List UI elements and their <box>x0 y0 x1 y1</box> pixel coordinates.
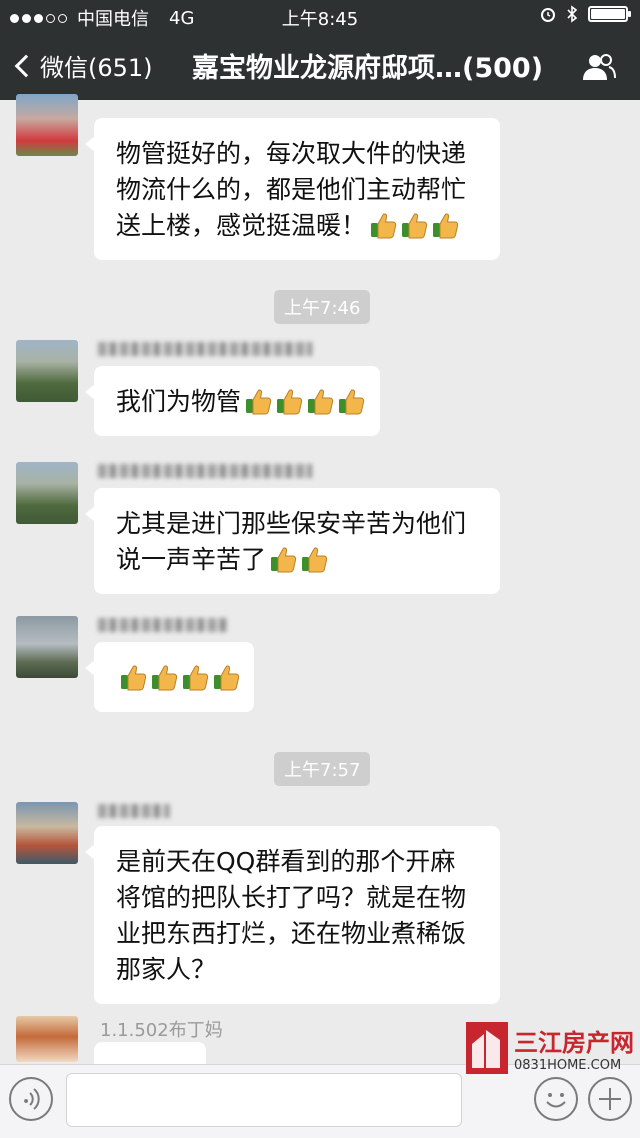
message-line: 业把东西打烂，还在物业煮稀饭 <box>116 919 467 948</box>
alarm-icon <box>541 8 555 22</box>
emoji-icon[interactable] <box>534 1077 578 1121</box>
battery-icon <box>588 6 631 22</box>
back-button[interactable]: 微信(651) <box>14 48 153 83</box>
thumbs-up-icon <box>275 387 303 415</box>
chevron-left-icon <box>14 54 38 78</box>
thumbs-up-icon <box>244 387 272 415</box>
message-bubble[interactable]: 是前天在QQ群看到的那个开麻 将馆的把队长打了吗？就是在物 业把东西打烂，还在物… <box>85 826 500 1004</box>
status-bar: 中国电信 4G 上午8:45 <box>0 0 640 34</box>
message-line: 那家人？ <box>116 955 217 984</box>
sender-name <box>98 804 170 818</box>
sender-name <box>98 342 312 356</box>
group-members-icon[interactable] <box>582 52 616 82</box>
top-bar: 中国电信 4G 上午8:45 微信(651) 嘉宝物业龙源府邸项…(500) <box>0 0 640 100</box>
message-bubble[interactable]: 物管挺好的，每次取大件的快递 物流什么的，都是他们主动帮忙 送上楼，感觉挺温暖！ <box>85 118 500 260</box>
avatar[interactable] <box>16 462 78 524</box>
message-bubble[interactable]: 尤其是进门那些保安辛苦为他们 说一声辛苦了 <box>85 488 500 594</box>
thumbs-up-icon <box>300 545 328 573</box>
watermark: 三江房产网 0831HOME.COM <box>466 1022 634 1074</box>
avatar[interactable] <box>16 340 78 402</box>
thumbs-up-icon <box>150 663 178 691</box>
voice-icon[interactable] <box>9 1077 53 1121</box>
thumbs-up-icon <box>337 387 365 415</box>
thumbs-up-icon <box>306 387 334 415</box>
watermark-url: 0831HOME.COM <box>514 1058 622 1073</box>
message-line: 尤其是进门那些保安辛苦为他们 <box>116 509 467 538</box>
message-line: 我们为物管 <box>116 387 242 416</box>
watermark-name: 三江房产网 <box>514 1029 634 1057</box>
message-line: 将馆的把队长打了吗？就是在物 <box>116 883 467 912</box>
avatar[interactable] <box>16 616 78 678</box>
thumbs-up-icon <box>369 211 397 239</box>
message-input[interactable] <box>66 1073 462 1127</box>
thumbs-up-icon <box>181 663 209 691</box>
bluetooth-icon <box>567 5 578 23</box>
nav-bar: 微信(651) 嘉宝物业龙源府邸项…(500) <box>0 34 640 100</box>
plus-icon[interactable] <box>588 1077 632 1121</box>
back-label: 微信(651) <box>40 54 153 82</box>
message-bubble[interactable] <box>94 1042 206 1064</box>
message-line: 物管挺好的，每次取大件的快递 <box>116 139 467 168</box>
timestamp: 上午7:57 <box>274 752 371 786</box>
timestamp: 上午7:46 <box>274 290 371 324</box>
avatar[interactable] <box>16 94 78 156</box>
message-line: 送上楼，感觉挺温暖！ <box>116 211 367 240</box>
sender-name: 1.1.502布丁妈 <box>100 1020 223 1041</box>
message-bubble[interactable] <box>85 642 254 712</box>
message-line: 物流什么的，都是他们主动帮忙 <box>116 175 467 204</box>
thumbs-up-icon <box>269 545 297 573</box>
input-bar <box>0 1064 640 1138</box>
message-line: 是前天在QQ群看到的那个开麻 <box>116 847 456 876</box>
avatar[interactable] <box>16 1016 78 1062</box>
avatar[interactable] <box>16 802 78 864</box>
chat-title: 嘉宝物业龙源府邸项…(500) <box>192 53 544 84</box>
thumbs-up-icon <box>119 663 147 691</box>
thumbs-up-icon <box>431 211 459 239</box>
message-line: 说一声辛苦了 <box>116 545 267 574</box>
sender-name <box>98 618 228 632</box>
watermark-logo <box>466 1022 508 1074</box>
message-bubble[interactable]: 我们为物管 <box>85 366 380 436</box>
thumbs-up-icon <box>400 211 428 239</box>
sender-name <box>98 464 312 478</box>
thumbs-up-icon <box>212 663 240 691</box>
